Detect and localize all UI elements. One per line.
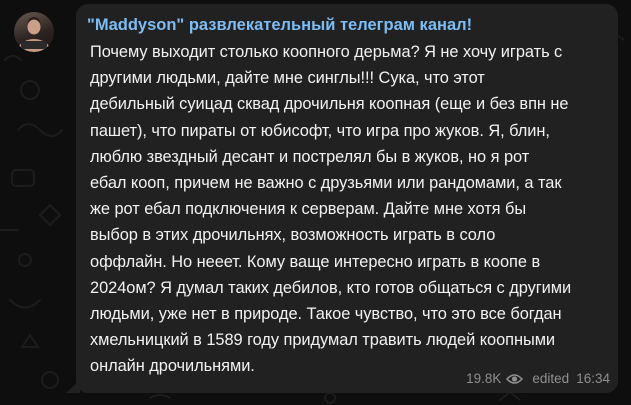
avatar-portrait <box>17 17 51 52</box>
message-meta: 19.8K edited 16:34 <box>466 371 610 386</box>
message-time: 16:34 <box>576 371 610 386</box>
edited-label: edited <box>532 371 570 386</box>
message-line: людьми, уже нет в природе. Такое чувство… <box>90 305 562 324</box>
view-count: 19.8K <box>466 371 502 386</box>
message-line: оффлайн. Но нееет. Кому ваще интересно и… <box>90 252 541 271</box>
message-text: Почему выходит столько коопного дерьма? … <box>90 39 605 380</box>
message-line: ебал кооп, причем не важно с друзьями ил… <box>90 174 562 193</box>
message-line: 2024ом? Я думал таких дебилов, кто готов… <box>90 278 572 297</box>
message-bubble[interactable]: "Maddyson" развлекательный телеграм кана… <box>76 4 618 393</box>
message-line: хмельницкий в 1589 году придумал травить… <box>90 331 556 350</box>
message-line: выбор в этих дрочильнях, возможность игр… <box>90 226 496 245</box>
message-line: другими людьми, дайте мне синглы!!! Сука… <box>90 69 485 88</box>
message-line: дебильный суицад сквад дрочильня коопная… <box>90 95 569 114</box>
eye-icon <box>506 373 524 385</box>
message-line: Почему выходит столько коопного дерьма? … <box>90 43 563 61</box>
channel-title[interactable]: "Maddyson" развлекательный телеграм кана… <box>87 15 605 35</box>
message-line: люблю звездный десант и пострелял бы в ж… <box>90 147 530 166</box>
message-line: же рот ебал подключения к серверам. Дайт… <box>90 200 527 219</box>
channel-avatar[interactable] <box>14 12 54 52</box>
message-line: пашет), что пираты от юбисофт, что игра … <box>90 121 550 140</box>
